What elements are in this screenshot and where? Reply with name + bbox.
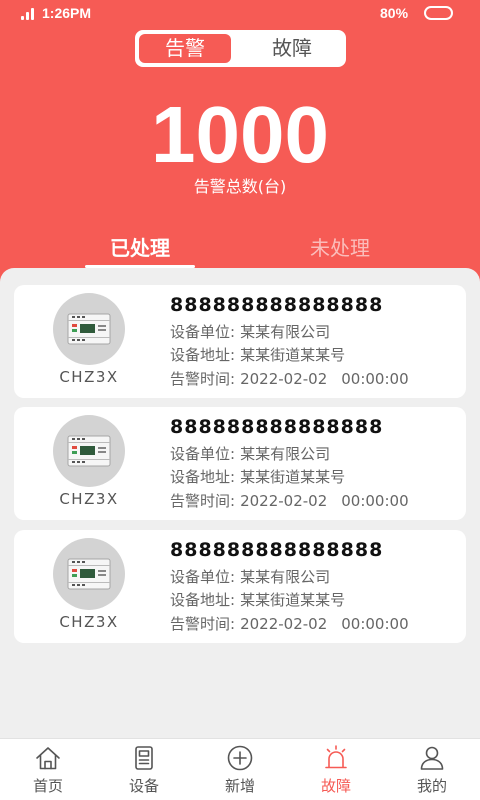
- device-unit-row: 设备单位: 某某有限公司: [170, 566, 330, 589]
- time-label: 告警时间:: [170, 492, 236, 510]
- alarm-card[interactable]: CHZ3X 888888888888888 设备单位: 某某有限公司 设备地址: 某…: [14, 530, 466, 643]
- device-address-row: 设备地址: 某某街道某某号: [170, 466, 345, 489]
- nav-faults[interactable]: 故障: [288, 739, 384, 800]
- device-photo: [53, 293, 125, 365]
- device-model: CHZ3X: [59, 490, 119, 508]
- device-unit-row: 设备单位: 某某有限公司: [170, 443, 330, 466]
- alarm-time: 00:00:00: [341, 615, 409, 633]
- home-icon: [34, 744, 62, 772]
- device-id: 888888888888888: [170, 416, 384, 438]
- unit-value: 某某有限公司: [240, 568, 331, 586]
- nav-add-label: 新增: [224, 777, 255, 795]
- header: 1:26PM 80% 告警 故障 1000 告警总数(台) 已处理 未处理: [0, 0, 480, 300]
- device-model: CHZ3X: [59, 613, 119, 631]
- nav-devices-label: 设备: [128, 777, 159, 795]
- time-label: 告警时间:: [170, 370, 236, 388]
- nav-home-label: 首页: [32, 777, 63, 795]
- status-time: 1:26PM: [42, 5, 92, 21]
- device-icon: [130, 744, 158, 772]
- alarm-date: 2022-02-02: [240, 615, 328, 633]
- address-value: 某某街道某某号: [240, 591, 346, 609]
- bottom-nav: 首页 设备 新增 故障 我的: [0, 738, 480, 800]
- battery-percent: 80%: [380, 5, 409, 21]
- unit-value: 某某有限公司: [240, 323, 331, 341]
- unit-label: 设备单位:: [170, 568, 236, 586]
- alarm-fault-segment: 告警 故障: [135, 30, 346, 67]
- signal-icon: [21, 8, 35, 20]
- alarm-time-row: 告警时间: 2022-02-02 00:00:00: [170, 368, 409, 391]
- device-photo: [53, 415, 125, 487]
- tab-processed[interactable]: 已处理: [85, 235, 195, 261]
- device-address-row: 设备地址: 某某街道某某号: [170, 344, 345, 367]
- battery-icon: [424, 6, 453, 20]
- nav-profile[interactable]: 我的: [384, 739, 480, 800]
- segment-alarm[interactable]: 告警: [139, 34, 231, 63]
- segment-fault[interactable]: 故障: [243, 34, 341, 63]
- device-id: 888888888888888: [170, 539, 384, 561]
- alarm-icon: [322, 744, 350, 772]
- device-photo: [53, 538, 125, 610]
- nav-devices[interactable]: 设备: [96, 739, 192, 800]
- unit-label: 设备单位:: [170, 323, 236, 341]
- address-label: 设备地址:: [170, 591, 236, 609]
- address-label: 设备地址:: [170, 468, 236, 486]
- alarm-time: 00:00:00: [341, 370, 409, 388]
- device-address-row: 设备地址: 某某街道某某号: [170, 589, 345, 612]
- alarm-total-label: 告警总数(台): [193, 177, 287, 196]
- address-value: 某某街道某某号: [240, 346, 346, 364]
- unit-label: 设备单位:: [170, 445, 236, 463]
- address-label: 设备地址:: [170, 346, 236, 364]
- alarm-total-count: 1000: [151, 90, 329, 179]
- alarm-time-row: 告警时间: 2022-02-02 00:00:00: [170, 490, 409, 513]
- address-value: 某某街道某某号: [240, 468, 346, 486]
- user-icon: [418, 744, 446, 772]
- alarm-date: 2022-02-02: [240, 370, 328, 388]
- alarm-card[interactable]: CHZ3X 888888888888888 设备单位: 某某有限公司 设备地址: 某…: [14, 407, 466, 520]
- device-unit-row: 设备单位: 某某有限公司: [170, 321, 330, 344]
- device-id: 888888888888888: [170, 294, 384, 316]
- nav-add[interactable]: 新增: [192, 739, 288, 800]
- tab-unprocessed[interactable]: 未处理: [285, 235, 395, 261]
- nav-home[interactable]: 首页: [0, 739, 96, 800]
- alarm-card[interactable]: CHZ3X 888888888888888 设备单位: 某某有限公司 设备地址: 某…: [14, 285, 466, 398]
- nav-profile-label: 我的: [416, 777, 447, 795]
- alarm-time-row: 告警时间: 2022-02-02 00:00:00: [170, 613, 409, 636]
- device-model: CHZ3X: [59, 368, 119, 386]
- alarm-time: 00:00:00: [341, 492, 409, 510]
- add-circle-icon: [226, 744, 254, 772]
- alarm-date: 2022-02-02: [240, 492, 328, 510]
- unit-value: 某某有限公司: [240, 445, 331, 463]
- nav-faults-label: 故障: [320, 777, 351, 795]
- time-label: 告警时间:: [170, 615, 236, 633]
